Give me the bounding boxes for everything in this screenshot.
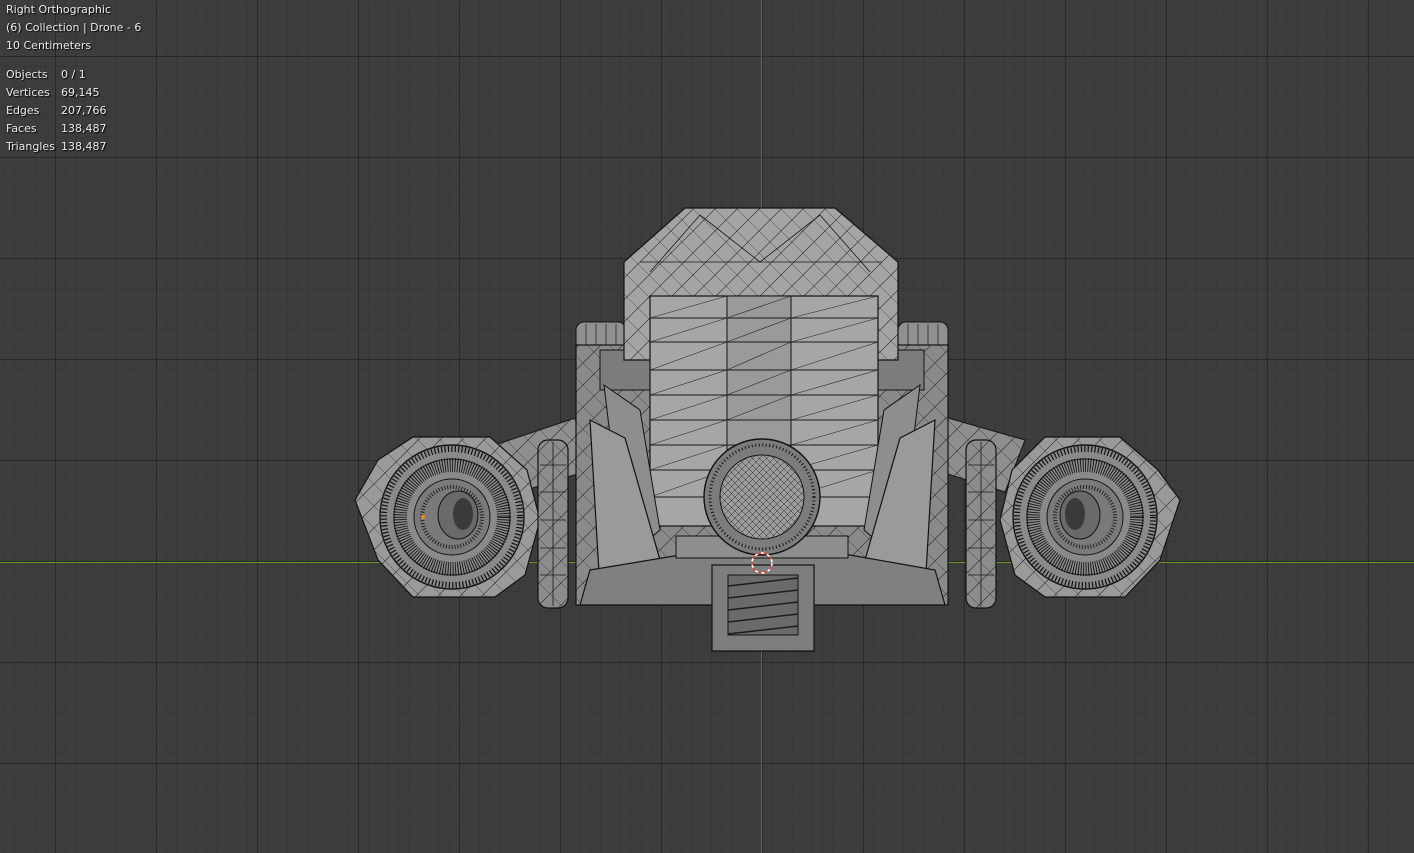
collection-info: (6) Collection | Drone - 6 xyxy=(6,21,142,34)
stat-faces: Faces 138,487 xyxy=(6,120,141,138)
left-engine xyxy=(354,436,541,598)
stat-value: 0 / 1 xyxy=(61,68,86,81)
stat-vertices: Vertices 69,145 xyxy=(6,84,141,102)
stat-value: 138,487 xyxy=(61,122,107,135)
stat-label: Triangles xyxy=(6,140,55,153)
left-strut xyxy=(537,439,569,609)
stat-objects: Objects 0 / 1 xyxy=(6,66,141,84)
sphere-eye xyxy=(703,438,821,556)
stat-label: Faces xyxy=(6,122,37,135)
bottom-box xyxy=(711,564,815,652)
stat-label: Vertices xyxy=(6,86,50,99)
viewport-text-overlay: Right Orthographic (6) Collection | Dron… xyxy=(6,1,141,156)
stat-value: 69,145 xyxy=(61,86,100,99)
stat-value: 138,487 xyxy=(61,140,107,153)
grid-scale: 10 Centimeters xyxy=(6,39,92,52)
view-name: Right Orthographic xyxy=(6,3,111,16)
stat-triangles: Triangles 138,487 xyxy=(6,138,141,156)
stat-label: Edges xyxy=(6,104,40,117)
right-engine xyxy=(999,436,1181,598)
scene-statistics: Objects 0 / 1 Vertices 69,145 Edges 207,… xyxy=(6,66,141,156)
stat-label: Objects xyxy=(6,68,48,81)
stat-edges: Edges 207,766 xyxy=(6,102,141,120)
drone-mesh[interactable] xyxy=(0,0,1414,853)
3d-viewport[interactable]: Right Orthographic (6) Collection | Dron… xyxy=(0,0,1414,853)
right-strut xyxy=(965,439,997,609)
stat-value: 207,766 xyxy=(61,104,107,117)
